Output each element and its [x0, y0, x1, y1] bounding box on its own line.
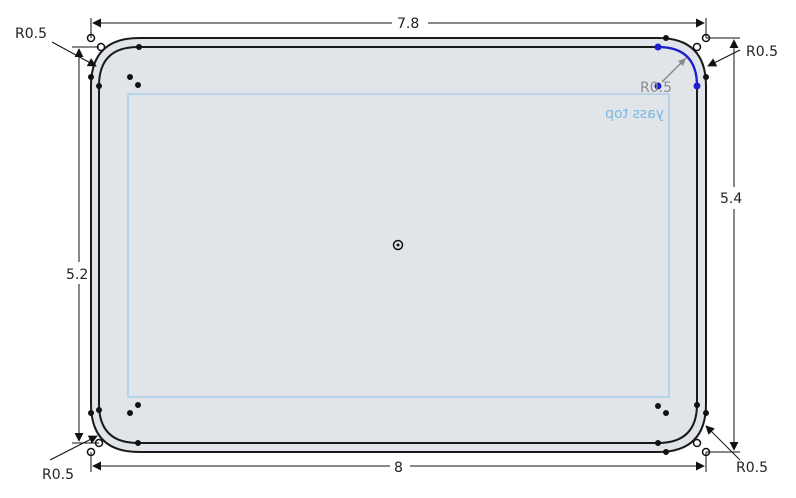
- sketch-point: [96, 407, 102, 413]
- sketch-point: [663, 410, 669, 416]
- sketch-point: [663, 449, 669, 455]
- plane-label: yass top: [605, 106, 664, 122]
- sketch-point: [703, 410, 709, 416]
- sketch-canvas[interactable]: R0.5 yass top 7.8 8 5.2 5.4 R0.5 R0.5 R0…: [0, 0, 796, 498]
- active-radius-label[interactable]: R0.5: [640, 80, 672, 96]
- radius-top-right-label[interactable]: R0.5: [746, 44, 778, 60]
- sketch-point: [655, 440, 661, 446]
- sketch-point: [127, 74, 133, 80]
- sketch-point: [655, 403, 661, 409]
- sketch-point: [135, 82, 141, 88]
- bottom-width-label[interactable]: 8: [394, 460, 403, 476]
- radius-bottom-right-label[interactable]: R0.5: [736, 460, 768, 476]
- radius-bottom-left-label[interactable]: R0.5: [42, 467, 74, 483]
- sketch-point: [703, 74, 709, 80]
- corner-point: [692, 438, 702, 448]
- sketch-point: [694, 402, 700, 408]
- arc-end-point[interactable]: [693, 82, 701, 90]
- corner-point: [692, 42, 702, 52]
- sketch-point: [96, 83, 102, 89]
- sketch-point: [127, 410, 133, 416]
- sketch-point: [88, 410, 94, 416]
- radius-top-left-label[interactable]: R0.5: [15, 26, 47, 42]
- sketch-point: [88, 74, 94, 80]
- arc-start-point[interactable]: [654, 43, 662, 51]
- right-height-label[interactable]: 5.4: [720, 191, 742, 207]
- sketch-point: [135, 440, 141, 446]
- top-width-label[interactable]: 7.8: [397, 16, 419, 32]
- sketch-point: [663, 35, 669, 41]
- sketch-point: [136, 44, 142, 50]
- sketch-point: [135, 402, 141, 408]
- left-height-label[interactable]: 5.2: [66, 267, 88, 283]
